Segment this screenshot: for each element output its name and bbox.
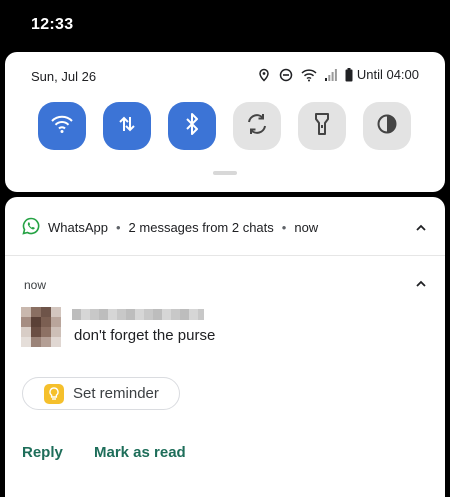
- battery-icon: [345, 67, 353, 82]
- message-text: don't forget the purse: [74, 327, 216, 344]
- mobile-data-icon: [116, 113, 138, 140]
- bluetooth-tile[interactable]: [168, 102, 216, 150]
- status-bar-time: 12:33: [31, 16, 74, 33]
- sender-name-redacted: [72, 309, 204, 320]
- collapse-group-chevron-icon[interactable]: [414, 223, 428, 233]
- battery-text: Until 04:00: [356, 67, 419, 82]
- cell-signal-icon: [324, 68, 337, 82]
- lightbulb-icon: [44, 383, 64, 404]
- summary-time: now: [294, 220, 319, 235]
- bluetooth-icon: [183, 112, 201, 141]
- whatsapp-icon: [22, 217, 40, 238]
- avatar: [21, 307, 61, 347]
- separator-dot: •: [281, 220, 287, 235]
- set-reminder-chip[interactable]: Set reminder: [22, 377, 180, 410]
- wifi-icon: [50, 114, 74, 139]
- wifi-signal-icon: [301, 68, 317, 82]
- mobile-data-tile[interactable]: [103, 102, 151, 150]
- collapse-message-chevron-icon[interactable]: [414, 279, 428, 289]
- divider: [5, 255, 445, 256]
- separator-dot: •: [115, 220, 121, 235]
- reply-button[interactable]: Reply: [22, 444, 63, 461]
- set-reminder-label: Set reminder: [73, 385, 159, 402]
- app-name: WhatsApp: [48, 220, 108, 235]
- invert-colors-tile[interactable]: [363, 102, 411, 150]
- flashlight-icon: [313, 112, 331, 141]
- notification-summary: 2 messages from 2 chats: [128, 220, 274, 235]
- battery-status: Until 04:00: [345, 67, 419, 82]
- message-time: now: [24, 278, 47, 292]
- wifi-tile[interactable]: [38, 102, 86, 150]
- location-icon: [257, 68, 271, 82]
- auto-rotate-icon: [245, 112, 269, 141]
- mark-as-read-button[interactable]: Mark as read: [94, 444, 186, 461]
- invert-colors-icon: [376, 113, 398, 140]
- auto-rotate-tile[interactable]: [233, 102, 281, 150]
- qs-status-icons: Until 04:00: [257, 67, 419, 82]
- notification-header[interactable]: WhatsApp • 2 messages from 2 chats • now: [22, 217, 318, 238]
- quick-settings-panel: Sun, Jul 26 Until 04:00: [5, 52, 445, 192]
- flashlight-tile[interactable]: [298, 102, 346, 150]
- panel-drag-handle[interactable]: [213, 171, 237, 175]
- whatsapp-notification[interactable]: WhatsApp • 2 messages from 2 chats • now…: [5, 197, 445, 497]
- quick-settings-tiles: [38, 102, 411, 150]
- dnd-icon: [279, 68, 293, 82]
- qs-date[interactable]: Sun, Jul 26: [31, 69, 96, 84]
